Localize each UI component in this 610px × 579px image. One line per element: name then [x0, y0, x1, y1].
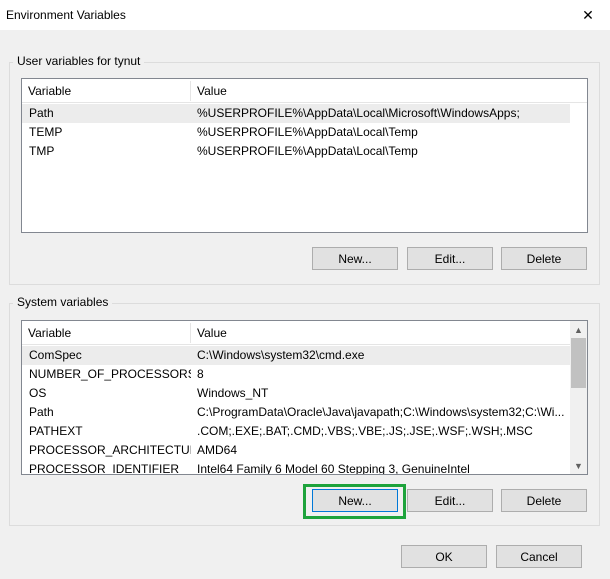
- scroll-down-icon[interactable]: ▼: [570, 457, 587, 474]
- list-item[interactable]: PROCESSOR_IDENTIFIER Intel64 Family 6 Mo…: [22, 460, 570, 475]
- variable-name: Path: [29, 405, 54, 419]
- scroll-thumb[interactable]: [571, 338, 586, 388]
- cancel-button[interactable]: Cancel: [496, 545, 582, 568]
- list-item[interactable]: Path %USERPROFILE%\AppData\Local\Microso…: [22, 104, 570, 123]
- system-list-scrollbar[interactable]: ▲ ▼: [570, 321, 587, 474]
- variable-name: ComSpec: [29, 348, 82, 362]
- list-item[interactable]: Path C:\ProgramData\Oracle\Java\javapath…: [22, 403, 570, 422]
- variable-value: 8: [197, 367, 204, 381]
- variable-value: %USERPROFILE%\AppData\Local\Temp: [197, 144, 418, 158]
- system-edit-button[interactable]: Edit...: [407, 489, 493, 512]
- column-header-variable[interactable]: Variable: [22, 79, 190, 103]
- system-list-header: Variable Value: [22, 321, 570, 345]
- user-variables-label: User variables for tynut: [13, 54, 145, 68]
- system-variables-label: System variables: [13, 295, 113, 309]
- variable-value: Intel64 Family 6 Model 60 Stepping 3, Ge…: [197, 462, 470, 475]
- variable-value: .COM;.EXE;.BAT;.CMD;.VBS;.VBE;.JS;.JSE;.…: [197, 424, 533, 438]
- list-item[interactable]: OS Windows_NT: [22, 384, 570, 403]
- user-variables-list[interactable]: Variable Value Path %USERPROFILE%\AppDat…: [21, 78, 588, 233]
- scroll-up-icon[interactable]: ▲: [570, 321, 587, 338]
- column-header-variable[interactable]: Variable: [22, 321, 190, 345]
- ok-button[interactable]: OK: [401, 545, 487, 568]
- list-item[interactable]: NUMBER_OF_PROCESSORS 8: [22, 365, 570, 384]
- variable-name: PROCESSOR_ARCHITECTURE: [29, 443, 191, 457]
- column-header-value[interactable]: Value: [191, 79, 571, 103]
- list-item[interactable]: PATHEXT .COM;.EXE;.BAT;.CMD;.VBS;.VBE;.J…: [22, 422, 570, 441]
- variable-name: NUMBER_OF_PROCESSORS: [29, 367, 191, 381]
- variable-name: PATHEXT: [29, 424, 83, 438]
- user-new-button[interactable]: New...: [312, 247, 398, 270]
- list-item[interactable]: TMP %USERPROFILE%\AppData\Local\Temp: [22, 142, 570, 161]
- variable-name: TMP: [29, 144, 55, 158]
- system-delete-button[interactable]: Delete: [501, 489, 587, 512]
- variable-name: TEMP: [29, 125, 63, 139]
- variable-name: OS: [29, 386, 47, 400]
- system-new-button[interactable]: New...: [312, 489, 398, 512]
- variable-value: C:\ProgramData\Oracle\Java\javapath;C:\W…: [197, 405, 565, 419]
- close-icon[interactable]: ✕: [566, 0, 610, 30]
- user-list-header: Variable Value: [22, 79, 587, 103]
- user-delete-button[interactable]: Delete: [501, 247, 587, 270]
- system-variables-list[interactable]: Variable Value ComSpec C:\Windows\system…: [21, 320, 588, 475]
- variable-name: PROCESSOR_IDENTIFIER: [29, 462, 180, 475]
- variable-value: C:\Windows\system32\cmd.exe: [197, 348, 365, 362]
- variable-name: Path: [29, 106, 54, 120]
- list-item[interactable]: ComSpec C:\Windows\system32\cmd.exe: [22, 346, 570, 365]
- title-bar: Environment Variables ✕: [0, 0, 610, 30]
- variable-value: Windows_NT: [197, 386, 269, 400]
- variable-value: AMD64: [197, 443, 238, 457]
- user-edit-button[interactable]: Edit...: [407, 247, 493, 270]
- window-title: Environment Variables: [6, 8, 126, 22]
- column-header-value[interactable]: Value: [191, 321, 561, 345]
- variable-value: %USERPROFILE%\AppData\Local\Temp: [197, 125, 418, 139]
- variable-value: %USERPROFILE%\AppData\Local\Microsoft\Wi…: [197, 106, 520, 120]
- list-item[interactable]: TEMP %USERPROFILE%\AppData\Local\Temp: [22, 123, 570, 142]
- list-item[interactable]: PROCESSOR_ARCHITECTURE AMD64: [22, 441, 570, 460]
